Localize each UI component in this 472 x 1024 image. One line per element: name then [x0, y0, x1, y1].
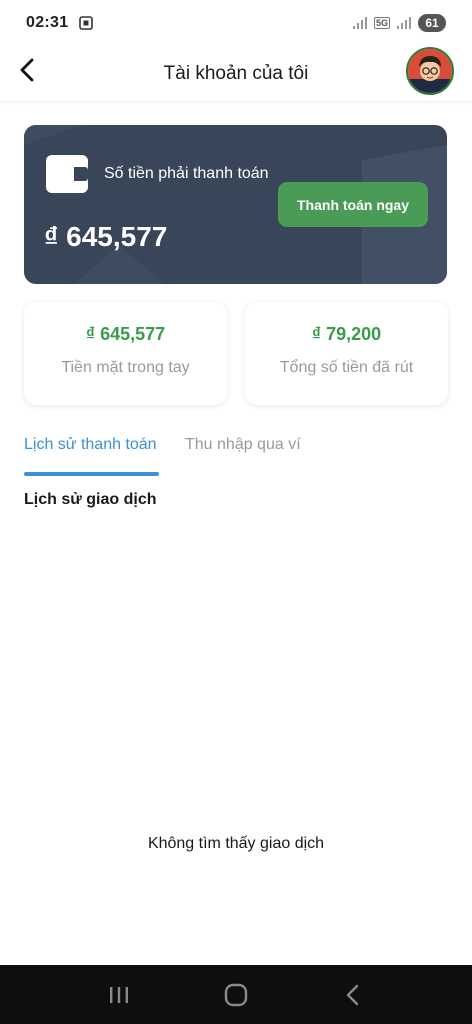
- avatar[interactable]: [406, 47, 454, 95]
- pay-now-button[interactable]: Thanh toán ngay: [278, 182, 428, 227]
- signal-icon-2: [397, 17, 411, 29]
- back-button[interactable]: [14, 56, 42, 84]
- tab-bar: Lịch sử thanh toán Thu nhập qua ví: [24, 436, 447, 476]
- status-bar: 02:31 5G 61: [0, 0, 472, 46]
- system-nav-bar: [0, 965, 472, 1024]
- tab-indicator: [24, 472, 159, 476]
- screen-record-icon: [79, 16, 94, 30]
- home-icon: [224, 983, 248, 1006]
- total-withdrawn-label: Tổng số tiền đã rút: [279, 359, 414, 376]
- recent-apps-button[interactable]: [99, 975, 139, 1015]
- total-withdrawn-value: ₫ 79,200: [311, 324, 382, 344]
- app-header: Tài khoản của tôi: [0, 46, 472, 102]
- cash-in-hand-card: ₫ 645,577 Tiền mặt trong tay: [24, 302, 227, 405]
- network-type: 5G: [373, 17, 390, 29]
- card-label: Số tiền phải thanh toán: [104, 165, 269, 182]
- signal-icon: [352, 17, 367, 29]
- balance-card: Số tiền phải thanh toán Thanh toán ngay …: [24, 125, 447, 284]
- amount-due: ₫ 645,577: [44, 221, 168, 252]
- home-button[interactable]: [216, 975, 256, 1015]
- battery-indicator: 61: [418, 14, 446, 32]
- tab-payment-history[interactable]: Lịch sử thanh toán: [24, 436, 157, 454]
- cash-in-hand-label: Tiền mặt trong tay: [61, 359, 190, 376]
- status-time: 02:31: [26, 14, 69, 31]
- nav-back-icon: [347, 984, 359, 1005]
- section-title: Lịch sử giao dịch: [24, 491, 157, 508]
- nav-back-button[interactable]: [333, 975, 373, 1015]
- wallet-icon: [46, 155, 88, 193]
- recent-apps-icon: [109, 986, 128, 1003]
- page-title: Tài khoản của tôi: [163, 62, 309, 84]
- cash-in-hand-value: ₫ 645,577: [85, 324, 166, 344]
- total-withdrawn-card: ₫ 79,200 Tổng số tiền đã rút: [245, 302, 448, 405]
- tab-wallet-income[interactable]: Thu nhập qua ví: [185, 436, 301, 454]
- avatar-image: [408, 49, 452, 93]
- status-indicators: 5G 61: [352, 14, 446, 32]
- back-arrow-icon: [20, 58, 34, 82]
- empty-state-message: Không tìm thấy giao dịch: [147, 835, 325, 852]
